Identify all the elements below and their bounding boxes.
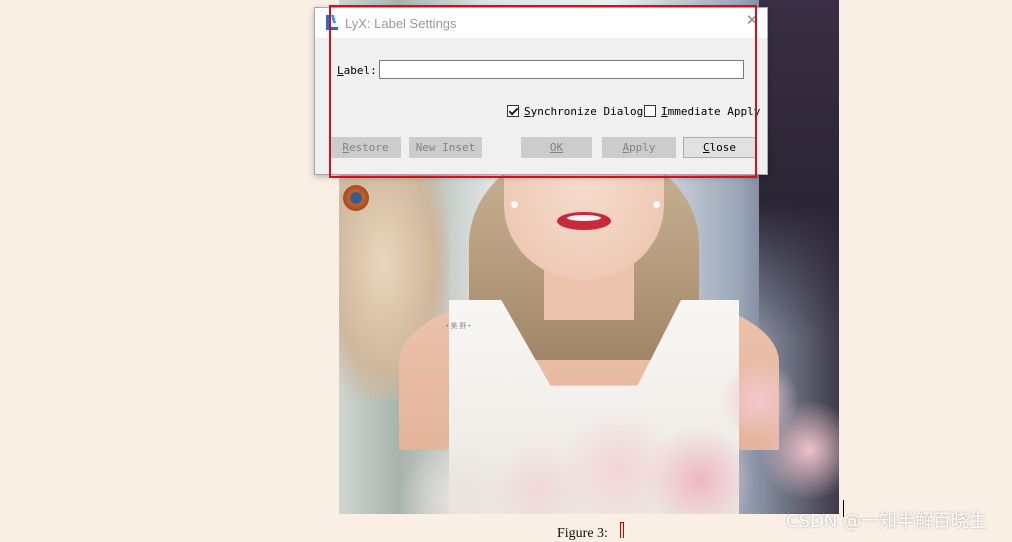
restore-mnemonic: R [342, 141, 349, 154]
photo-earring-left [510, 200, 519, 209]
ok-text: OK [549, 141, 564, 154]
ok-button[interactable]: OK [521, 137, 592, 158]
csdn-watermark: CSDN @一知半解百晓生 [786, 511, 988, 532]
dialog-titlebar[interactable]: LyX: Label Settings ✕ [315, 8, 767, 38]
label-inset-marker[interactable] [620, 522, 624, 538]
label-mnemonic: L [337, 64, 344, 77]
label-field-label: Label: [337, 64, 377, 77]
restore-button[interactable]: Restore [330, 137, 401, 158]
photo-teeth [567, 215, 601, 221]
photo-flowers [339, 360, 839, 514]
lyx-app-icon [326, 15, 338, 30]
immediate-apply-label[interactable]: Immediate Apply [661, 105, 760, 118]
label-input[interactable] [379, 60, 744, 79]
label-text: abel: [343, 64, 377, 77]
close-text: lose [709, 141, 737, 154]
label-settings-dialog: LyX: Label Settings ✕ Label: Synchronize… [314, 7, 768, 175]
immediate-text: mmediate Apply [667, 105, 761, 118]
immediate-mnemonic: I [661, 105, 668, 118]
sync-text: ynchronize Dialog [530, 105, 644, 118]
apply-text: pply [629, 141, 656, 154]
close-icon[interactable]: ✕ [745, 13, 759, 28]
close-mnemonic: C [702, 141, 710, 154]
synchronize-dialog-label[interactable]: Synchronize Dialog [524, 105, 643, 118]
photo-earring-right [652, 200, 661, 209]
figure-caption: Figure 3: [557, 526, 608, 541]
sync-mnemonic: S [524, 105, 531, 118]
synchronize-dialog-checkbox[interactable] [507, 105, 519, 117]
photo-ring [343, 185, 369, 211]
photo-dark-region [759, 0, 839, 340]
restore-text: estore [348, 141, 389, 154]
photo-watermark: • 美 野 • [446, 323, 471, 330]
new-inset-button[interactable]: New Inset [409, 137, 482, 158]
immediate-apply-checkbox[interactable] [644, 105, 656, 117]
apply-button[interactable]: Apply [602, 137, 676, 158]
close-button[interactable]: Close [683, 137, 756, 158]
dialog-title: LyX: Label Settings [345, 16, 457, 31]
